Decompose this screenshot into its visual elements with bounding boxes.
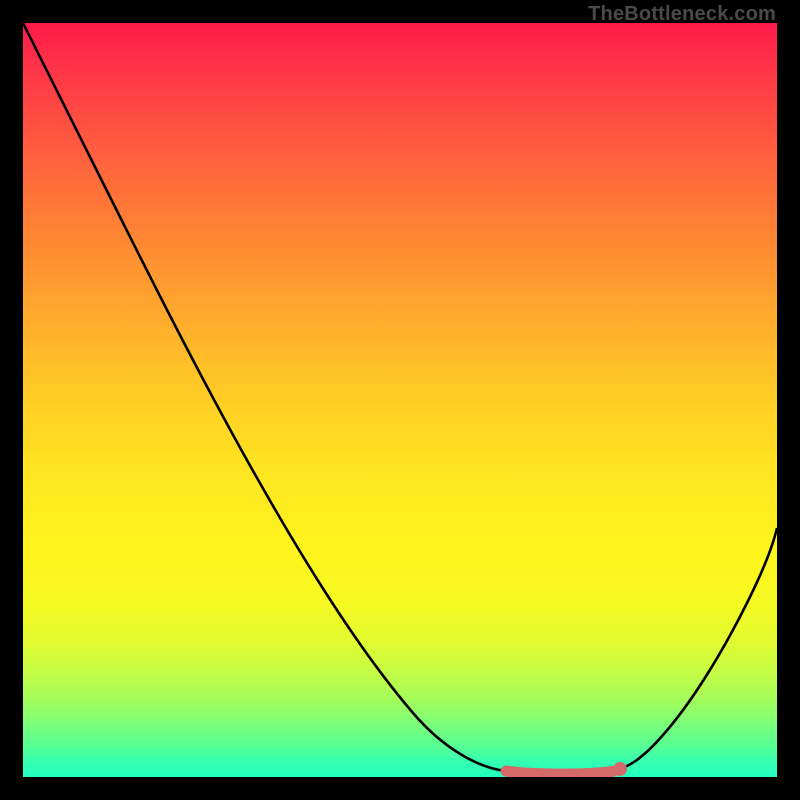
chart-frame xyxy=(23,23,777,777)
marker-dot xyxy=(613,762,627,776)
chart-svg xyxy=(23,23,777,777)
watermark-text: TheBottleneck.com xyxy=(588,3,776,26)
bottleneck-curve xyxy=(23,23,777,774)
emphasis-segment xyxy=(506,771,613,774)
